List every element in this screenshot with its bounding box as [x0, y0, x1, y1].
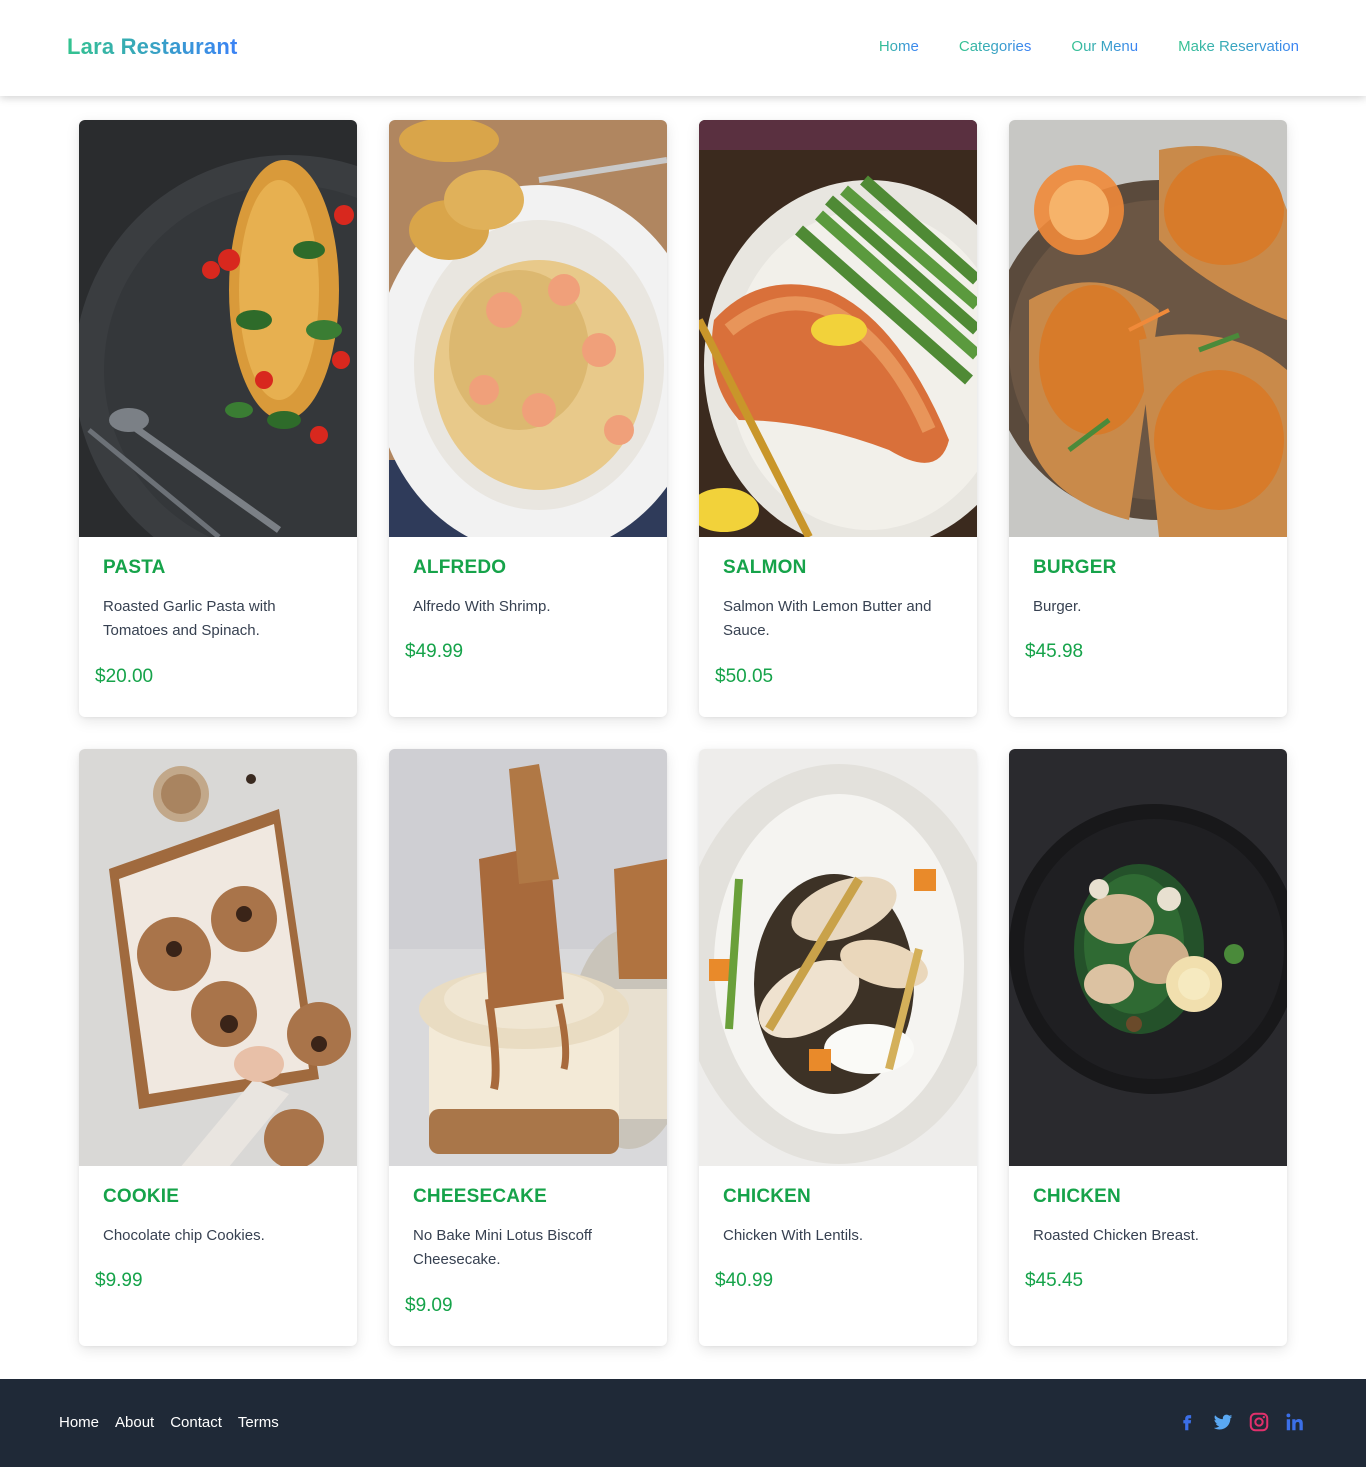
brand-logo[interactable]: Lara Restaurant: [67, 34, 238, 60]
menu-card-cookie[interactable]: COOKIE Chocolate chip Cookies. $9.99: [79, 749, 357, 1346]
pasta-image: [79, 120, 357, 537]
menu-card-cheesecake[interactable]: CHEESECAKE No Bake Mini Lotus Biscoff Ch…: [389, 749, 667, 1346]
chicken-lentils-image: [699, 749, 977, 1166]
twitter-icon[interactable]: [1212, 1411, 1234, 1433]
card-price: $45.98: [1025, 641, 1084, 662]
chicken-breast-image: [1009, 749, 1287, 1166]
footer-home-link[interactable]: Home: [59, 1414, 99, 1431]
card-title: BURGER: [1033, 557, 1117, 578]
card-description: Roasted Chicken Breast.: [1033, 1227, 1199, 1244]
card-title: PASTA: [103, 557, 166, 578]
main-nav: Home Categories Our Menu Make Reservatio…: [879, 38, 1299, 55]
card-price: $40.99: [715, 1270, 774, 1291]
card-description: No Bake Mini Lotus Biscoff Cheesecake.: [413, 1227, 592, 1268]
site-header: Lara Restaurant Home Categories Our Menu…: [0, 0, 1366, 96]
cookie-image: [79, 749, 357, 1166]
footer-terms-link[interactable]: Terms: [238, 1414, 279, 1431]
menu-card-salmon[interactable]: SALMON Salmon With Lemon Butter and Sauc…: [699, 120, 977, 717]
menu-card-alfredo[interactable]: ALFREDO Alfredo With Shrimp. $49.99: [389, 120, 667, 717]
card-title: ALFREDO: [413, 557, 507, 578]
salmon-image: [699, 120, 977, 537]
linkedin-icon[interactable]: [1284, 1411, 1306, 1433]
card-price: $20.00: [95, 666, 154, 687]
card-price: $9.99: [95, 1270, 143, 1291]
menu-card-pasta[interactable]: PASTA Roasted Garlic Pasta with Tomatoes…: [79, 120, 357, 717]
site-footer: Home About Contact Terms: [0, 1379, 1366, 1467]
card-description: Roasted Garlic Pasta with Tomatoes and S…: [103, 598, 276, 639]
card-title: COOKIE: [103, 1186, 180, 1207]
burger-image: [1009, 120, 1287, 537]
card-description: Salmon With Lemon Butter and Sauce.: [723, 598, 932, 639]
social-links: [1176, 1411, 1306, 1433]
menu-card-chicken-breast[interactable]: CHICKEN Roasted Chicken Breast. $45.45: [1009, 749, 1287, 1346]
card-title: CHICKEN: [723, 1186, 811, 1207]
footer-contact-link[interactable]: Contact: [170, 1414, 222, 1431]
facebook-icon[interactable]: [1176, 1411, 1198, 1433]
alfredo-image: [389, 120, 667, 537]
menu-grid: PASTA Roasted Garlic Pasta with Tomatoes…: [79, 120, 1287, 1346]
menu-card-burger[interactable]: BURGER Burger. $45.98: [1009, 120, 1287, 717]
nav-our-menu-link[interactable]: Our Menu: [1071, 38, 1138, 55]
card-price: $50.05: [715, 666, 774, 687]
menu-card-chicken-lentils[interactable]: CHICKEN Chicken With Lentils. $40.99: [699, 749, 977, 1346]
card-price: $9.09: [405, 1295, 453, 1316]
nav-categories-link[interactable]: Categories: [959, 38, 1032, 55]
card-title: CHICKEN: [1033, 1186, 1121, 1207]
card-description: Burger.: [1033, 598, 1082, 615]
card-description: Chocolate chip Cookies.: [103, 1227, 265, 1244]
cheesecake-image: [389, 749, 667, 1166]
footer-about-link[interactable]: About: [115, 1414, 154, 1431]
nav-make-reservation-link[interactable]: Make Reservation: [1178, 38, 1299, 55]
card-title: CHEESECAKE: [413, 1186, 547, 1207]
card-description: Alfredo With Shrimp.: [413, 598, 551, 615]
nav-home-link[interactable]: Home: [879, 38, 919, 55]
card-price: $45.45: [1025, 1270, 1084, 1291]
instagram-icon[interactable]: [1248, 1411, 1270, 1433]
card-description: Chicken With Lentils.: [723, 1227, 864, 1244]
card-title: SALMON: [723, 557, 807, 578]
card-price: $49.99: [405, 641, 464, 662]
footer-nav: Home About Contact Terms: [59, 1414, 279, 1431]
